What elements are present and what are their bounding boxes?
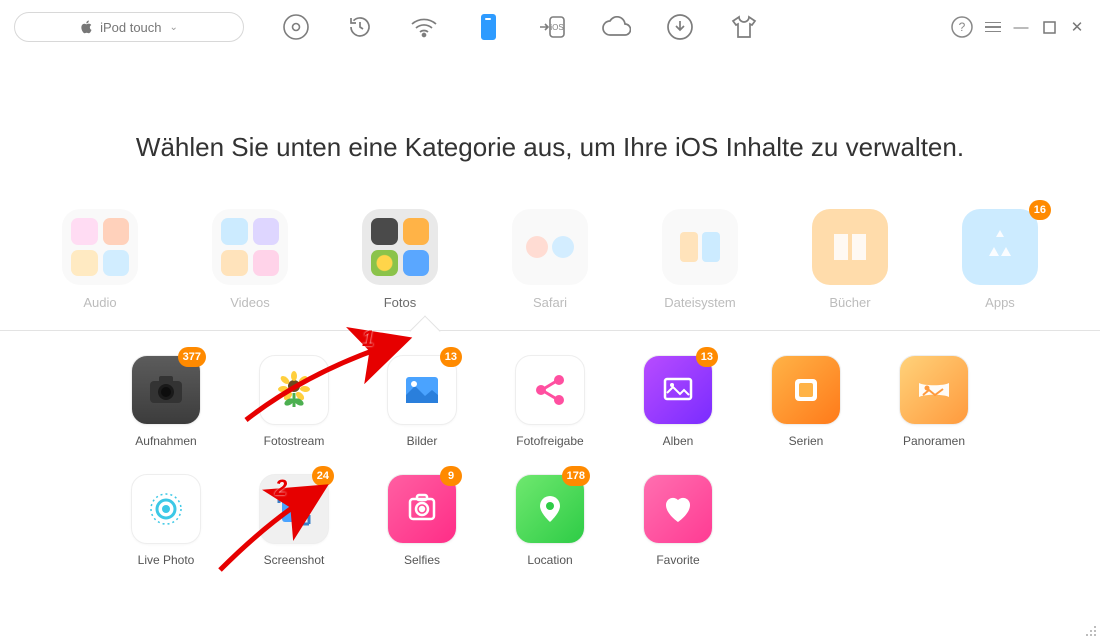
help-icon[interactable]: ?	[950, 15, 974, 39]
device-selector[interactable]: iPod touch ⌄	[14, 12, 244, 42]
window-controls: ? — ✕	[950, 15, 1086, 39]
page-heading: Wählen Sie unten eine Kategorie aus, um …	[0, 132, 1100, 163]
screenshot-icon: 24	[259, 474, 329, 544]
camera-icon: 377	[131, 355, 201, 425]
category-label: Apps	[985, 295, 1015, 310]
download-icon[interactable]	[664, 11, 696, 43]
category-fotos[interactable]: Fotos	[355, 209, 445, 310]
album-icon: 13	[643, 355, 713, 425]
sub-label: Fotofreigabe	[516, 434, 583, 448]
sub-fotostream[interactable]: Fotostream	[248, 355, 340, 448]
sub-location[interactable]: 178 Location	[504, 474, 596, 567]
history-icon[interactable]	[344, 11, 376, 43]
sub-aufnahmen[interactable]: 377 Aufnahmen	[120, 355, 212, 448]
annotation-2: 2	[275, 475, 287, 501]
annotation-1: 1	[362, 326, 374, 352]
sub-label: Live Photo	[138, 553, 195, 567]
sub-label: Panoramen	[903, 434, 965, 448]
category-label: Safari	[533, 295, 567, 310]
location-icon: 178	[515, 474, 585, 544]
toolbar-nav: iOS	[280, 11, 760, 43]
badge: 377	[178, 347, 206, 367]
minimize-button[interactable]: —	[1012, 18, 1030, 36]
badge: 13	[696, 347, 718, 367]
sub-label: Bilder	[407, 434, 438, 448]
stack-icon	[771, 355, 841, 425]
heart-icon	[643, 474, 713, 544]
sub-label: Favorite	[656, 553, 699, 567]
chevron-down-icon: ⌄	[170, 22, 178, 33]
maximize-button[interactable]	[1040, 18, 1058, 36]
sub-selfies[interactable]: 9 Selfies	[376, 474, 468, 567]
category-dateisystem[interactable]: Dateisystem	[655, 209, 745, 310]
sub-favorite[interactable]: Favorite	[632, 474, 724, 567]
apple-icon	[80, 20, 92, 34]
sub-label: Selfies	[404, 553, 440, 567]
toolbar: iPod touch ⌄ iOS ? —	[0, 0, 1100, 54]
sub-screenshot[interactable]: 24 Screenshot	[248, 474, 340, 567]
sub-alben[interactable]: 13 Alben	[632, 355, 724, 448]
sub-label: Alben	[663, 434, 694, 448]
category-row: Audio Videos Fotos Safari Dateisystem	[0, 209, 1100, 310]
svg-text:?: ?	[959, 20, 966, 34]
sub-serien[interactable]: Serien	[760, 355, 852, 448]
sub-livephoto[interactable]: Live Photo	[120, 474, 212, 567]
category-safari[interactable]: Safari	[505, 209, 595, 310]
badge: 9	[440, 466, 462, 486]
category-label: Dateisystem	[664, 295, 736, 310]
phone-icon[interactable]	[472, 11, 504, 43]
close-button[interactable]: ✕	[1068, 18, 1086, 36]
badge: 13	[440, 347, 462, 367]
sunflower-icon	[259, 355, 329, 425]
tshirt-icon[interactable]	[728, 11, 760, 43]
picture-icon: 13	[387, 355, 457, 425]
device-name-label: iPod touch	[100, 20, 161, 35]
music-icon[interactable]	[280, 11, 312, 43]
sub-bilder[interactable]: 13 Bilder	[376, 355, 468, 448]
sub-label: Serien	[789, 434, 824, 448]
share-icon	[515, 355, 585, 425]
badge: 24	[312, 466, 334, 486]
svg-text:iOS: iOS	[550, 23, 563, 32]
sub-label: Screenshot	[264, 553, 325, 567]
sub-label: Location	[527, 553, 572, 567]
category-apps[interactable]: 16 Apps	[955, 209, 1045, 310]
panorama-icon	[899, 355, 969, 425]
category-label: Fotos	[384, 295, 417, 310]
category-label: Audio	[83, 295, 116, 310]
wifi-icon[interactable]	[408, 11, 440, 43]
category-label: Bücher	[829, 295, 870, 310]
livephoto-icon	[131, 474, 201, 544]
divider	[0, 330, 1100, 331]
subcategory-grid: 377 Aufnahmen Fotostream 13 Bilder Fotof…	[0, 355, 1100, 567]
badge: 178	[562, 466, 590, 486]
selfie-icon: 9	[387, 474, 457, 544]
resize-grip[interactable]	[1083, 623, 1097, 637]
category-buecher[interactable]: Bücher	[805, 209, 895, 310]
sub-label: Fotostream	[264, 434, 325, 448]
sub-fotofreigabe[interactable]: Fotofreigabe	[504, 355, 596, 448]
cloud-icon[interactable]	[600, 11, 632, 43]
category-audio[interactable]: Audio	[55, 209, 145, 310]
ios-transfer-icon[interactable]: iOS	[536, 11, 568, 43]
sub-panoramen[interactable]: Panoramen	[888, 355, 980, 448]
category-label: Videos	[230, 295, 270, 310]
badge: 16	[1029, 200, 1051, 220]
category-videos[interactable]: Videos	[205, 209, 295, 310]
menu-icon[interactable]	[984, 18, 1002, 36]
sub-label: Aufnahmen	[135, 434, 196, 448]
